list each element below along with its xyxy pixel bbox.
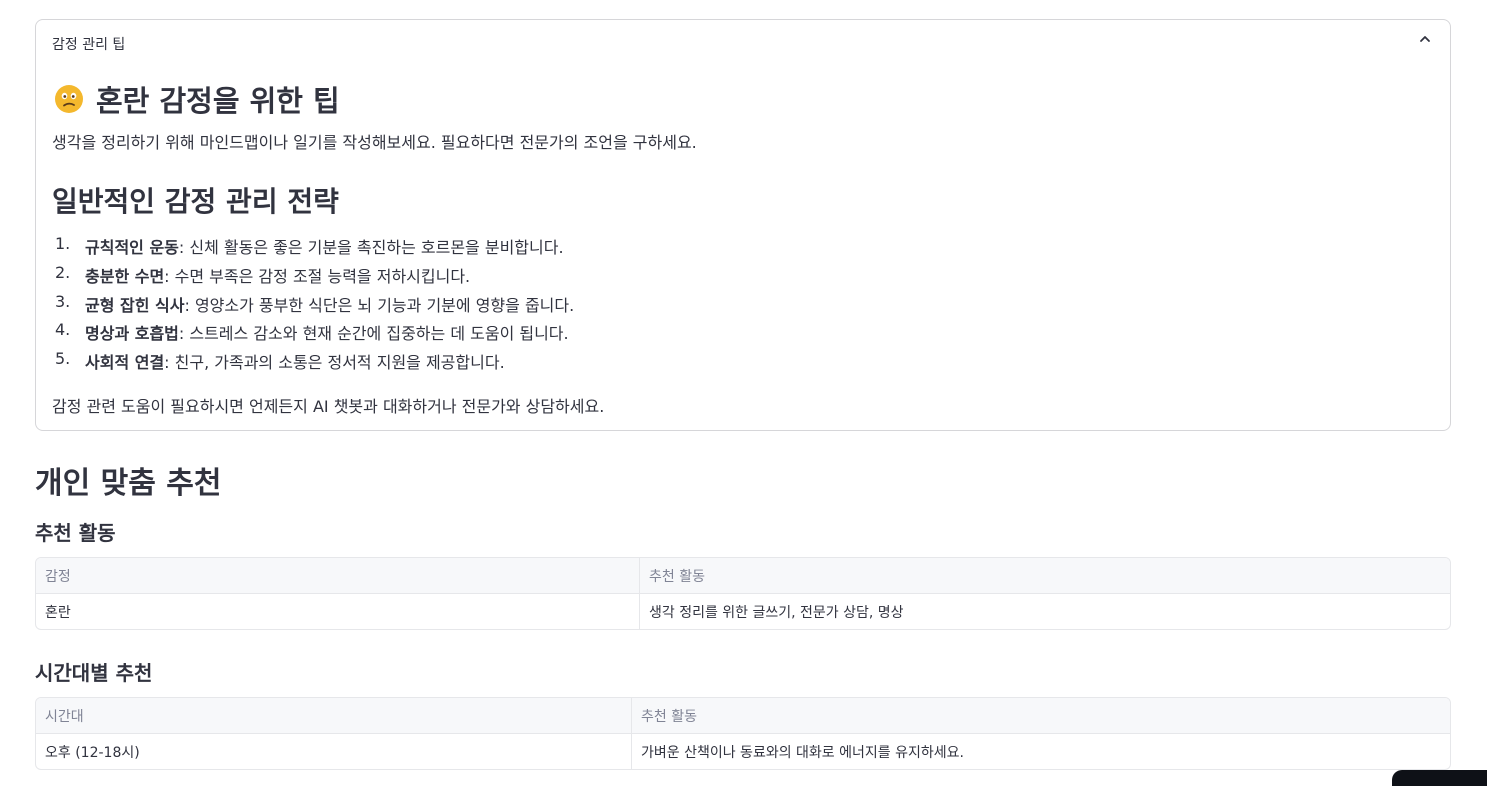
time-recommendation-heading: 시간대별 추천: [35, 661, 153, 685]
chevron-up-icon[interactable]: [1418, 32, 1432, 46]
activities-table[interactable]: 감정 추천 활동 혼란 생각 정리를 위한 글쓰기, 전문가 상담, 명상: [35, 557, 1451, 630]
column-header[interactable]: 시간대: [36, 698, 631, 733]
column-header[interactable]: 추천 활동: [639, 558, 1450, 593]
table-header-row: 시간대 추천 활동: [36, 698, 1450, 734]
column-header[interactable]: 추천 활동: [631, 698, 1450, 733]
confused-face-icon: [55, 85, 83, 113]
status-widget[interactable]: [1392, 770, 1487, 786]
list-item: 2. 충분한 수면: 수면 부족은 감정 조절 능력을 저하시킵니다.: [55, 262, 471, 286]
strategies-heading: 일반적인 감정 관리 전략: [52, 185, 339, 218]
tip-text: 생각을 정리하기 위해 마인드맵이나 일기를 작성해보세요. 필요하다면 전문가…: [52, 133, 697, 152]
tip-title: 혼란 감정을 위한 팁: [96, 84, 340, 118]
activities-heading: 추천 활동: [35, 521, 116, 545]
closing-text: 감정 관련 도움이 필요하시면 언제든지 AI 챗봇과 대화하거나 전문가와 상…: [52, 397, 605, 416]
table-cell[interactable]: 오후 (12-18시): [36, 734, 631, 769]
table-header-row: 감정 추천 활동: [36, 558, 1450, 594]
table-cell[interactable]: 혼란: [36, 594, 639, 629]
list-item: 4. 명상과 호흡법: 스트레스 감소와 현재 순간에 집중하는 데 도움이 됩니…: [55, 320, 569, 344]
column-header[interactable]: 감정: [36, 558, 639, 593]
table-cell[interactable]: 가벼운 산책이나 동료와의 대화로 에너지를 유지하세요.: [631, 734, 1450, 769]
time-table[interactable]: 시간대 추천 활동 오후 (12-18시) 가벼운 산책이나 동료와의 대화로 …: [35, 697, 1451, 770]
expander-header[interactable]: 감정 관리 팁: [52, 34, 125, 54]
strategies-list: 1. 규칙적인 운동: 신체 활동은 좋은 기분을 촉진하는 호르몬을 분비합니다…: [52, 234, 574, 378]
list-item: 1. 규칙적인 운동: 신체 활동은 좋은 기분을 촉진하는 호르몬을 분비합니다…: [55, 234, 564, 257]
table-cell[interactable]: 생각 정리를 위한 글쓰기, 전문가 상담, 명상: [639, 594, 1450, 629]
table-row: 혼란 생각 정리를 위한 글쓰기, 전문가 상담, 명상: [36, 594, 1450, 629]
personal-recommendation-heading: 개인 맞춤 추천: [35, 466, 222, 501]
emotion-tips-expander: 감정 관리 팁 혼란 감정을 위한 팁 생각을 정리하기 위해 마인드맵이나 일…: [35, 19, 1451, 431]
tip-heading: 혼란 감정을 위한 팁: [54, 78, 340, 120]
list-item: 5. 사회적 연결: 친구, 가족과의 소통은 정서적 지원을 제공합니다.: [55, 349, 505, 373]
list-item: 3. 균형 잡힌 식사: 영양소가 풍부한 식단은 뇌 기능과 기분에 영향을 줍…: [55, 291, 575, 315]
table-row: 오후 (12-18시) 가벼운 산책이나 동료와의 대화로 에너지를 유지하세요…: [36, 734, 1450, 769]
